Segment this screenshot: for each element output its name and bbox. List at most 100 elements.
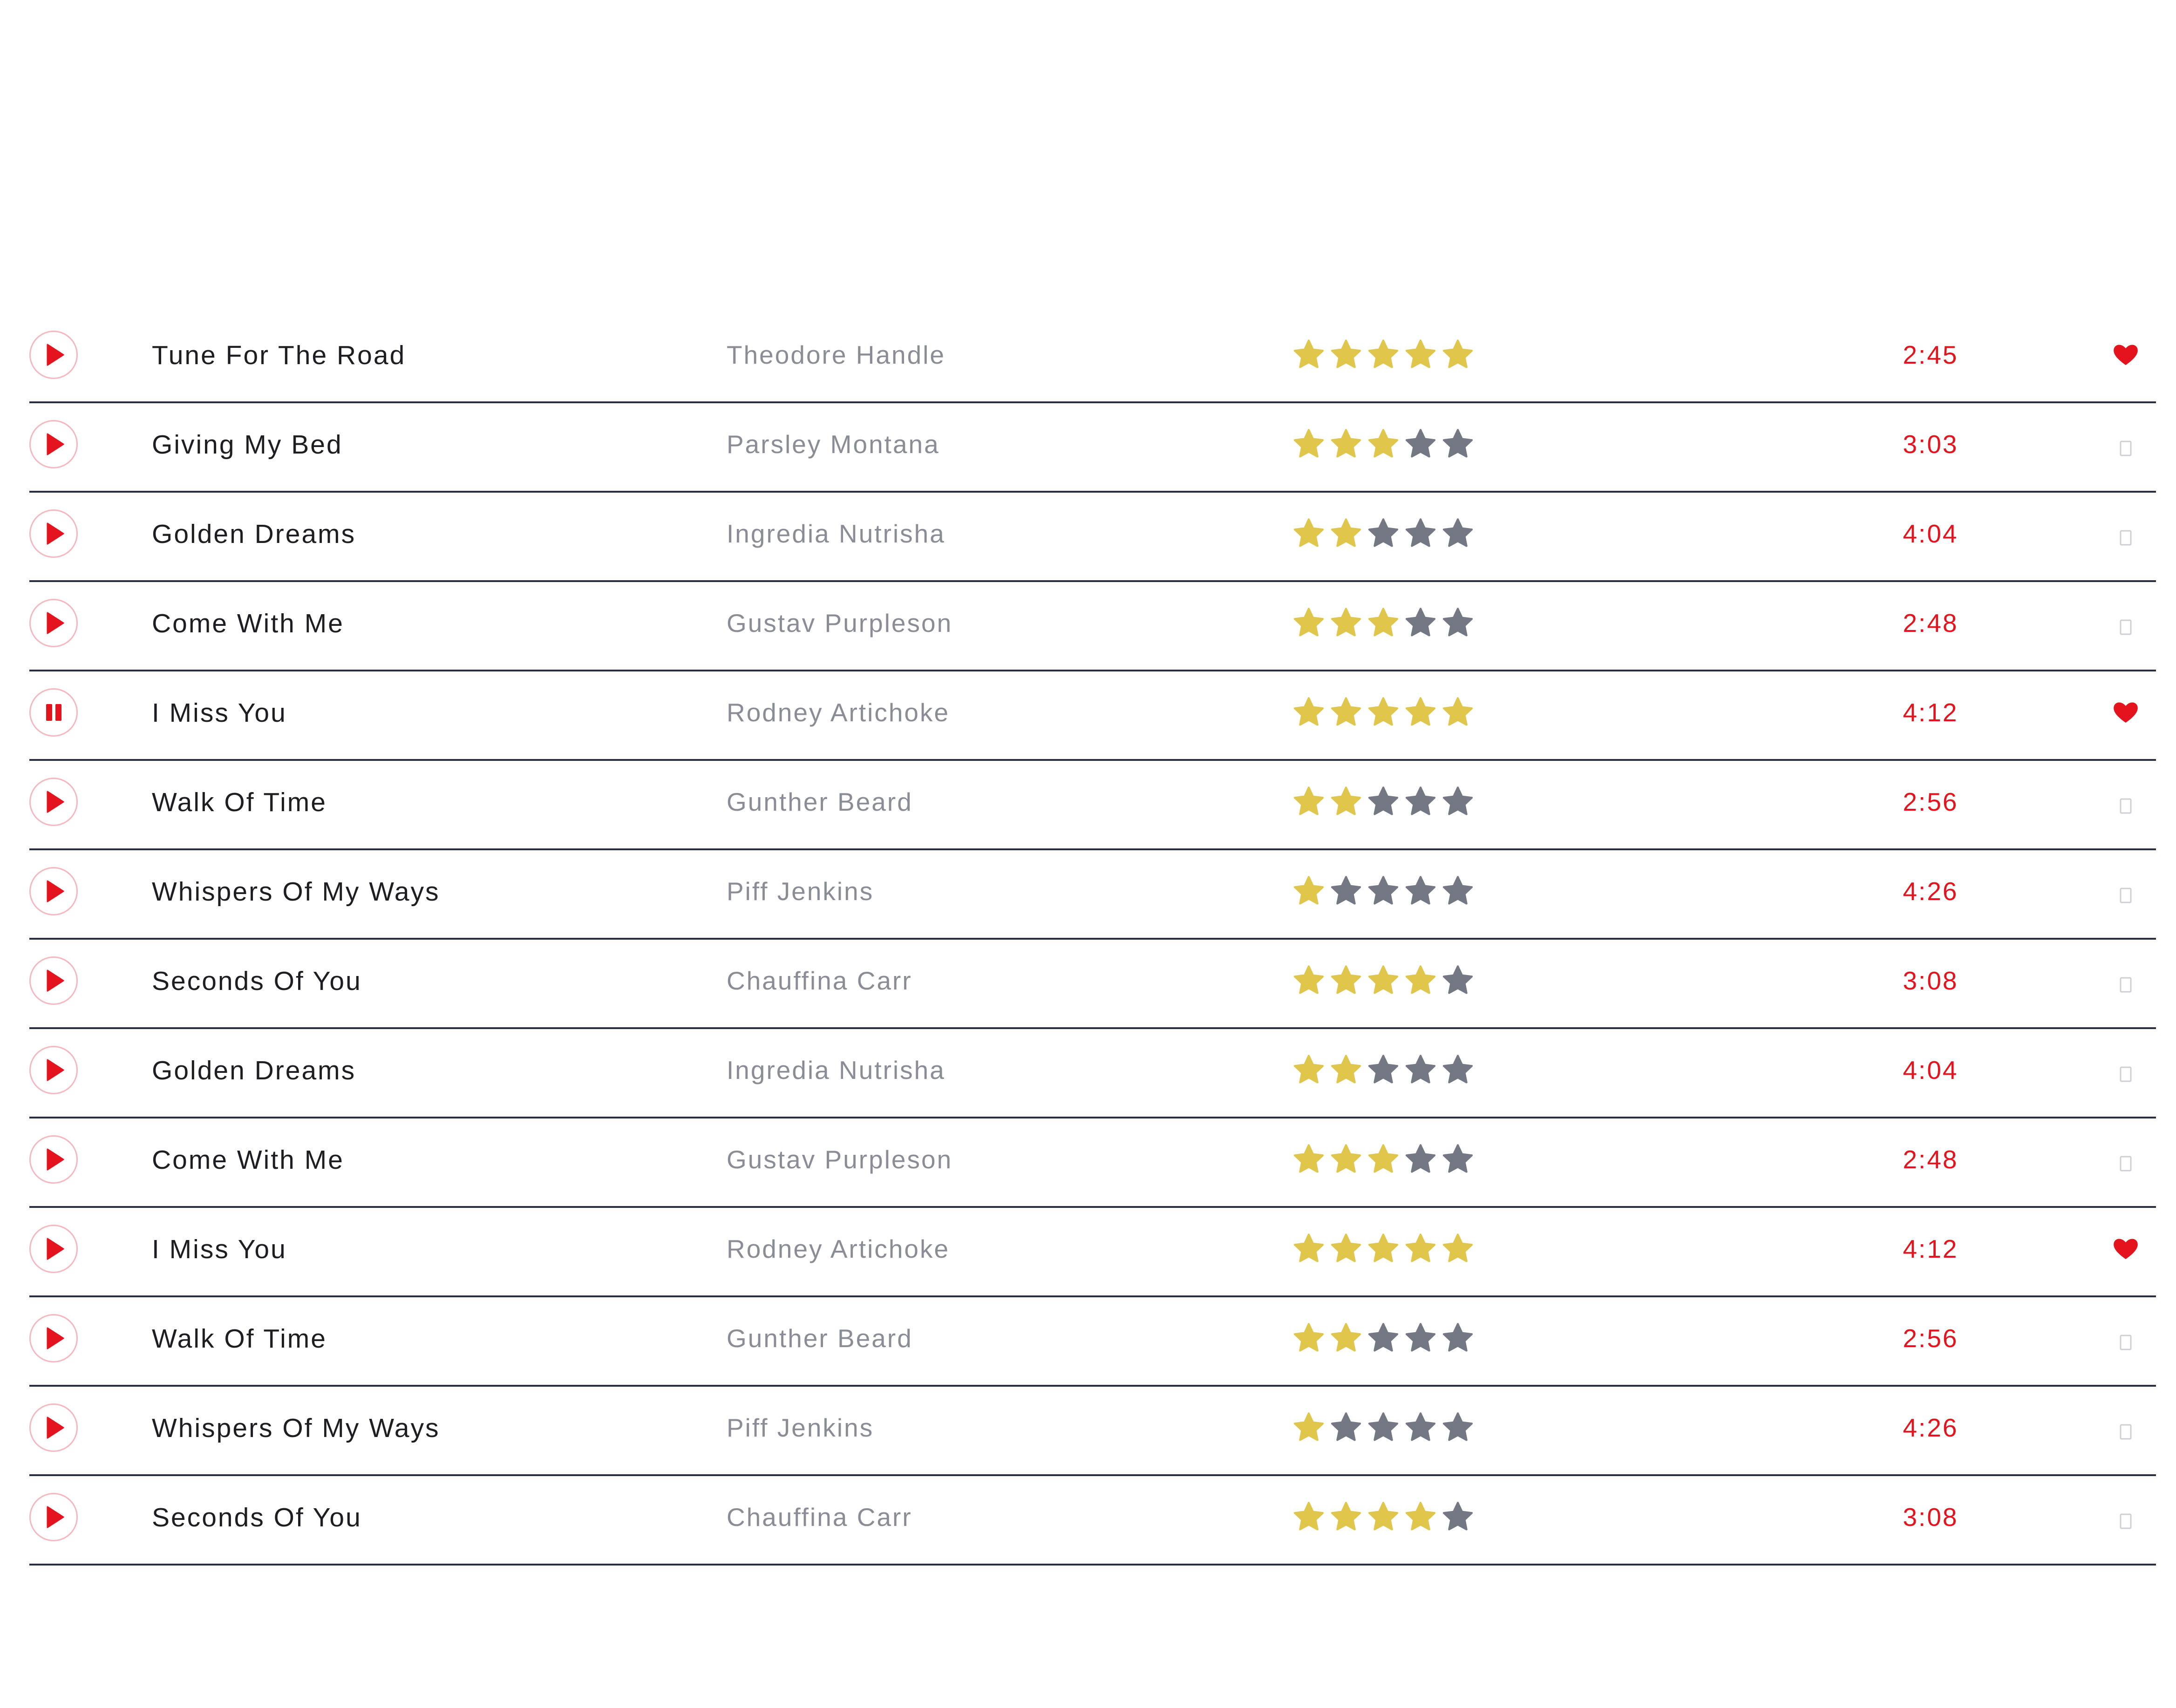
track-artist[interactable]: Gunther Beard (727, 787, 913, 817)
star-rating[interactable] (1292, 1322, 1474, 1354)
track-row[interactable]: Come With Me Gustav Purpleson 2:48 (29, 1118, 2156, 1208)
star-rating[interactable] (1292, 338, 1474, 371)
star-filled-icon[interactable] (1367, 427, 1400, 460)
star-filled-icon[interactable] (1330, 517, 1362, 549)
track-artist[interactable]: Ingredia Nutrisha (727, 519, 945, 549)
track-row[interactable]: Whispers Of My Ways Piff Jenkins 4:26 (29, 1387, 2156, 1476)
star-empty-icon[interactable] (1404, 1143, 1437, 1175)
star-empty-icon[interactable] (1367, 517, 1400, 549)
track-artist[interactable]: Theodore Handle (727, 340, 945, 370)
track-artist[interactable]: Chauffina Carr (727, 1502, 912, 1532)
track-title[interactable]: Walk Of Time (152, 787, 327, 818)
star-empty-icon[interactable] (1442, 427, 1474, 460)
play-button[interactable] (29, 956, 78, 1005)
track-artist[interactable]: Rodney Artichoke (727, 698, 950, 727)
star-empty-icon[interactable] (1404, 1322, 1437, 1354)
star-filled-icon[interactable] (1330, 338, 1362, 371)
track-artist[interactable]: Chauffina Carr (727, 966, 912, 996)
pause-button[interactable] (29, 688, 78, 737)
star-empty-icon[interactable] (1404, 1053, 1437, 1086)
track-artist[interactable]: Piff Jenkins (727, 1413, 874, 1443)
play-button[interactable] (29, 599, 78, 647)
star-empty-icon[interactable] (1330, 874, 1362, 907)
track-row[interactable]: I Miss You Rodney Artichoke 4:12 (29, 671, 2156, 761)
track-title[interactable]: Tune For The Road (152, 340, 406, 371)
star-filled-icon[interactable] (1330, 606, 1362, 639)
star-filled-icon[interactable] (1292, 427, 1325, 460)
star-filled-icon[interactable] (1367, 338, 1400, 371)
track-row[interactable]: Seconds Of You Chauffina Carr 3:08 (29, 1476, 2156, 1566)
star-filled-icon[interactable] (1367, 1143, 1400, 1175)
favorite-heart-icon[interactable] (2109, 696, 2142, 728)
star-empty-icon[interactable] (1404, 874, 1437, 907)
star-filled-icon[interactable] (1330, 696, 1362, 728)
track-row[interactable]: Seconds Of You Chauffina Carr 3:08 (29, 940, 2156, 1029)
star-filled-icon[interactable] (1292, 606, 1325, 639)
star-filled-icon[interactable] (1404, 964, 1437, 996)
star-empty-icon[interactable] (1442, 785, 1474, 818)
star-filled-icon[interactable] (1292, 874, 1325, 907)
star-rating[interactable] (1292, 1500, 1474, 1533)
star-filled-icon[interactable] (1292, 1411, 1325, 1444)
favorite-empty-icon[interactable] (2109, 427, 2142, 460)
star-filled-icon[interactable] (1292, 1232, 1325, 1265)
star-filled-icon[interactable] (1330, 964, 1362, 996)
play-button[interactable] (29, 1135, 78, 1184)
star-filled-icon[interactable] (1330, 785, 1362, 818)
track-title[interactable]: Golden Dreams (152, 519, 356, 549)
track-artist[interactable]: Gustav Purpleson (727, 1145, 952, 1174)
star-filled-icon[interactable] (1367, 1500, 1400, 1533)
track-title[interactable]: I Miss You (152, 1234, 287, 1265)
star-rating[interactable] (1292, 1053, 1474, 1086)
star-filled-icon[interactable] (1292, 1143, 1325, 1175)
star-empty-icon[interactable] (1442, 874, 1474, 907)
play-button[interactable] (29, 778, 78, 826)
star-rating[interactable] (1292, 1411, 1474, 1444)
star-filled-icon[interactable] (1292, 964, 1325, 996)
track-title[interactable]: Seconds Of You (152, 966, 362, 996)
star-rating[interactable] (1292, 606, 1474, 639)
star-rating[interactable] (1292, 964, 1474, 996)
track-title[interactable]: Come With Me (152, 608, 344, 639)
star-empty-icon[interactable] (1404, 1411, 1437, 1444)
favorite-empty-icon[interactable] (2109, 606, 2142, 639)
track-row[interactable]: Giving My Bed Parsley Montana 3:03 (29, 403, 2156, 493)
track-title[interactable]: Golden Dreams (152, 1055, 356, 1086)
star-filled-icon[interactable] (1404, 1500, 1437, 1533)
track-title[interactable]: Walk Of Time (152, 1323, 327, 1354)
track-row[interactable]: Walk Of Time Gunther Beard 2:56 (29, 761, 2156, 850)
favorite-empty-icon[interactable] (2109, 1143, 2142, 1175)
star-empty-icon[interactable] (1442, 606, 1474, 639)
star-filled-icon[interactable] (1292, 696, 1325, 728)
track-artist[interactable]: Piff Jenkins (727, 876, 874, 906)
play-button[interactable] (29, 867, 78, 915)
track-artist[interactable]: Parsley Montana (727, 429, 940, 459)
track-row[interactable]: Walk Of Time Gunther Beard 2:56 (29, 1297, 2156, 1387)
star-filled-icon[interactable] (1442, 338, 1474, 371)
star-empty-icon[interactable] (1442, 1411, 1474, 1444)
play-button[interactable] (29, 1046, 78, 1094)
star-empty-icon[interactable] (1442, 1500, 1474, 1533)
star-empty-icon[interactable] (1442, 1143, 1474, 1175)
star-empty-icon[interactable] (1404, 606, 1437, 639)
favorite-empty-icon[interactable] (2109, 1053, 2142, 1086)
track-row[interactable]: Golden Dreams Ingredia Nutrisha 4:04 (29, 1029, 2156, 1118)
favorite-empty-icon[interactable] (2109, 517, 2142, 549)
star-rating[interactable] (1292, 696, 1474, 728)
track-row[interactable]: Whispers Of My Ways Piff Jenkins 4:26 (29, 850, 2156, 940)
favorite-empty-icon[interactable] (2109, 1411, 2142, 1444)
star-filled-icon[interactable] (1330, 427, 1362, 460)
star-filled-icon[interactable] (1292, 1500, 1325, 1533)
track-artist[interactable]: Gustav Purpleson (727, 608, 952, 638)
star-filled-icon[interactable] (1404, 696, 1437, 728)
star-empty-icon[interactable] (1404, 785, 1437, 818)
star-empty-icon[interactable] (1442, 1322, 1474, 1354)
star-filled-icon[interactable] (1367, 696, 1400, 728)
track-title[interactable]: Whispers Of My Ways (152, 1413, 440, 1444)
star-empty-icon[interactable] (1442, 517, 1474, 549)
track-title[interactable]: Whispers Of My Ways (152, 876, 440, 907)
track-title[interactable]: Come With Me (152, 1145, 344, 1175)
star-filled-icon[interactable] (1367, 964, 1400, 996)
star-filled-icon[interactable] (1367, 1232, 1400, 1265)
track-row[interactable]: I Miss You Rodney Artichoke 4:12 (29, 1208, 2156, 1297)
